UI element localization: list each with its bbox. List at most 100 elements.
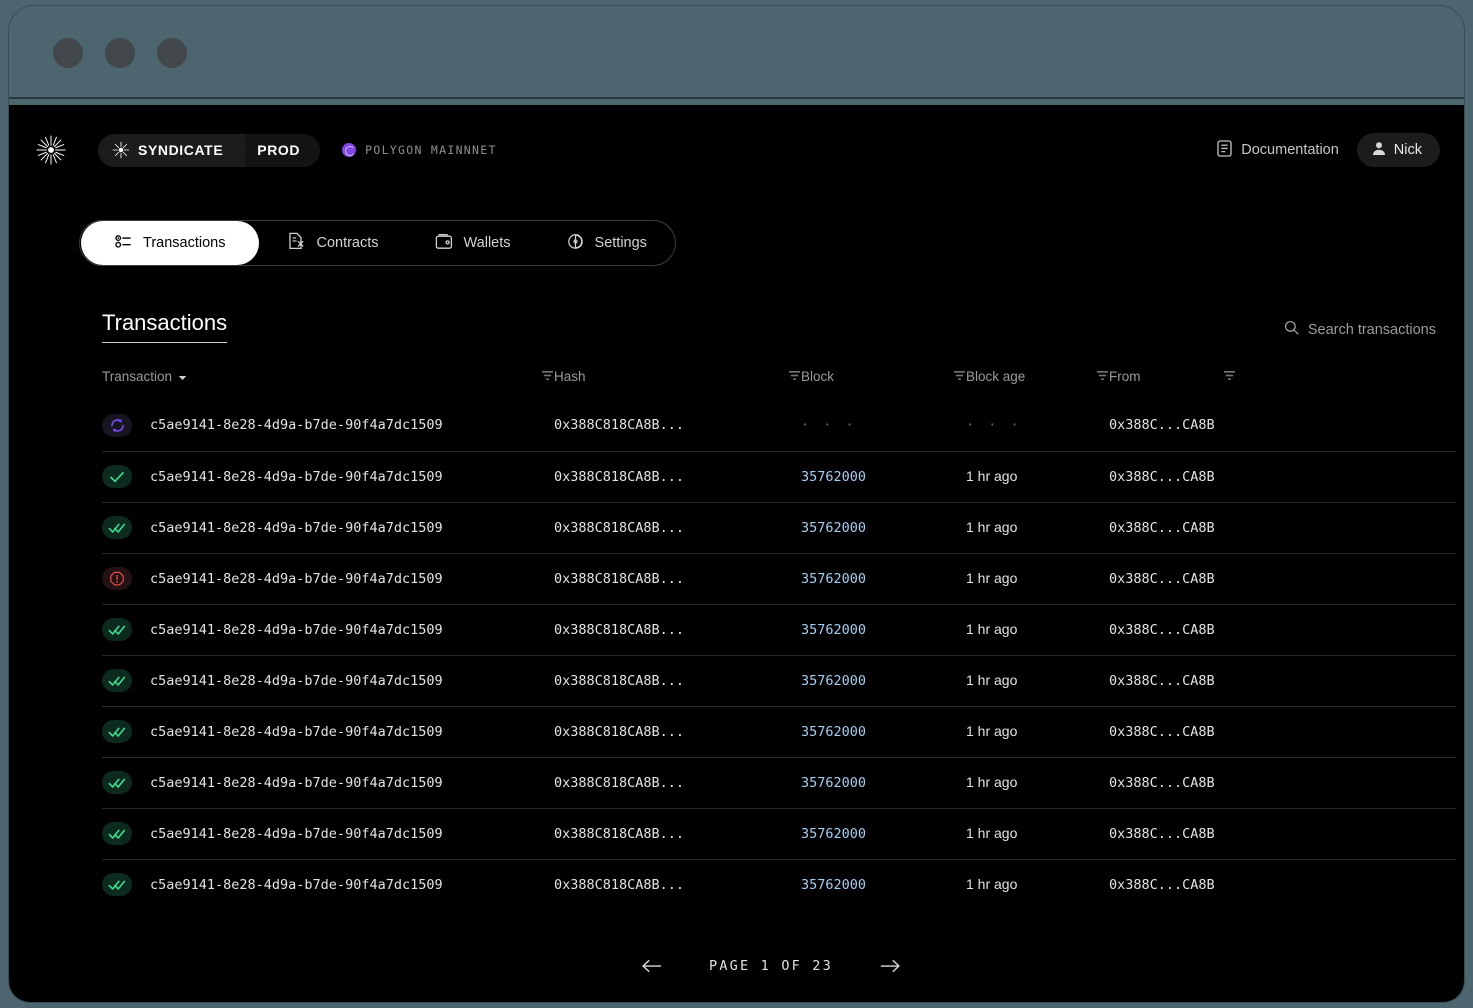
sync-arrows-icon[interactable] xyxy=(102,414,132,437)
pagination-next-button[interactable] xyxy=(879,958,901,974)
cell-block: 35762000 xyxy=(801,808,966,859)
cell-hash: 0x388C818CA8B... xyxy=(554,502,801,553)
filter-icon[interactable] xyxy=(788,369,801,384)
cell-transaction: c5ae9141-8e28-4d9a-b7de-90f4a7dc1509 xyxy=(102,502,554,553)
transaction-hash: 0x388C818CA8B... xyxy=(554,571,684,587)
double-check-icon[interactable] xyxy=(102,822,132,845)
block-age-value: 1 hr ago xyxy=(966,876,1017,892)
double-check-icon[interactable] xyxy=(102,771,132,794)
block-number-link[interactable]: 35762000 xyxy=(801,571,866,587)
transaction-hash: 0x388C818CA8B... xyxy=(554,775,684,791)
block-number-link[interactable]: 35762000 xyxy=(801,622,866,638)
table-row[interactable]: c5ae9141-8e28-4d9a-b7de-90f4a7dc15090x38… xyxy=(102,502,1456,553)
from-address: 0x388C...CA8B xyxy=(1109,520,1215,536)
transaction-id: c5ae9141-8e28-4d9a-b7de-90f4a7dc1509 xyxy=(150,571,443,587)
table-row[interactable]: c5ae9141-8e28-4d9a-b7de-90f4a7dc1509 0x38… xyxy=(102,451,1456,502)
search-placeholder: Search transactions xyxy=(1308,322,1436,338)
table-row[interactable]: c5ae9141-8e28-4d9a-b7de-90f4a7dc1509 0x38… xyxy=(102,400,1456,451)
cell-block: 35762000 xyxy=(801,451,966,502)
transaction-id: c5ae9141-8e28-4d9a-b7de-90f4a7dc1509 xyxy=(150,417,443,433)
column-header-block-label: Block xyxy=(801,369,834,384)
window-close-button[interactable] xyxy=(53,38,83,68)
window-maximize-button[interactable] xyxy=(157,38,187,68)
table-row[interactable]: c5ae9141-8e28-4d9a-b7de-90f4a7dc1509 0x38… xyxy=(102,757,1456,808)
documentation-link[interactable]: Documentation xyxy=(1217,140,1339,161)
tab-wallets[interactable]: Wallets xyxy=(407,221,539,265)
window-minimize-button[interactable] xyxy=(105,38,135,68)
double-check-icon[interactable] xyxy=(102,516,132,539)
block-number-link[interactable]: 35762000 xyxy=(801,469,866,485)
cell-hash: 0x388C818CA8B... xyxy=(554,451,801,502)
cell-block: · · · xyxy=(801,400,966,451)
pagination-prev-button[interactable] xyxy=(641,958,663,974)
block-age-value: 1 hr ago xyxy=(966,519,1017,535)
cell-from: 0x388C...CA8B xyxy=(1109,757,1456,808)
pagination-label: PAGE 1 OF 23 xyxy=(709,958,833,974)
cell-from: 0x388C...CA8B xyxy=(1109,400,1456,451)
table-header-row: Transaction xyxy=(102,369,1456,400)
tab-contracts[interactable]: Contracts xyxy=(260,221,406,265)
from-address: 0x388C...CA8B xyxy=(1109,673,1215,689)
column-header-block-age[interactable]: Block age xyxy=(966,369,1109,400)
cell-from: 0x388C...CA8B xyxy=(1109,553,1456,604)
transaction-id: c5ae9141-8e28-4d9a-b7de-90f4a7dc1509 xyxy=(150,877,443,893)
table-row[interactable]: c5ae9141-8e28-4d9a-b7de-90f4a7dc15090x38… xyxy=(102,706,1456,757)
table-row[interactable]: c5ae9141-8e28-4d9a-b7de-90f4a7dc15090x38… xyxy=(102,655,1456,706)
network-indicator[interactable]: POLYGON MAINNNET xyxy=(342,143,497,157)
block-number-link[interactable]: 35762000 xyxy=(801,877,866,893)
user-name-label: Nick xyxy=(1394,142,1422,158)
filter-icon[interactable] xyxy=(1223,369,1236,384)
cell-transaction: c5ae9141-8e28-4d9a-b7de-90f4a7dc1509 xyxy=(102,604,554,655)
double-check-icon[interactable] xyxy=(102,720,132,743)
filter-icon[interactable] xyxy=(953,369,966,384)
double-check-icon[interactable] xyxy=(102,873,132,896)
caret-down-icon[interactable] xyxy=(178,369,187,384)
table-row[interactable]: c5ae9141-8e28-4d9a-b7de-90f4a7dc15090x38… xyxy=(102,808,1456,859)
transaction-id: c5ae9141-8e28-4d9a-b7de-90f4a7dc1509 xyxy=(150,775,443,791)
cell-block: 35762000 xyxy=(801,553,966,604)
table-row[interactable]: c5ae9141-8e28-4d9a-b7de-90f4a7dc1509 0x38… xyxy=(102,604,1456,655)
polygon-icon xyxy=(342,143,356,157)
block-number-link[interactable]: 35762000 xyxy=(801,826,866,842)
tab-bar: Transactions Contracts xyxy=(79,220,676,266)
check-icon[interactable] xyxy=(102,465,132,488)
column-header-transaction[interactable]: Transaction xyxy=(102,369,554,400)
transaction-hash: 0x388C818CA8B... xyxy=(554,469,684,485)
alert-octagon-icon[interactable] xyxy=(102,567,132,590)
block-number-link[interactable]: 35762000 xyxy=(801,775,866,791)
cell-from: 0x388C...CA8B xyxy=(1109,706,1456,757)
table-row[interactable]: c5ae9141-8e28-4d9a-b7de-90f4a7dc1509 0x38… xyxy=(102,859,1456,910)
list-bullet-icon xyxy=(115,233,132,254)
cell-hash: 0x388C818CA8B... xyxy=(554,859,801,910)
user-menu-button[interactable]: Nick xyxy=(1357,133,1440,167)
column-header-from[interactable]: From xyxy=(1109,369,1456,400)
block-number-link[interactable]: 35762000 xyxy=(801,724,866,740)
transaction-id: c5ae9141-8e28-4d9a-b7de-90f4a7dc1509 xyxy=(150,826,443,842)
contract-file-icon xyxy=(288,232,305,254)
cell-from: 0x388C...CA8B xyxy=(1109,502,1456,553)
transaction-hash: 0x388C818CA8B... xyxy=(554,520,684,536)
tab-settings[interactable]: Settings xyxy=(539,221,675,265)
tab-transactions[interactable]: Transactions xyxy=(81,221,259,265)
table-row[interactable]: c5ae9141-8e28-4d9a-b7de-90f4a7dc1509 0x38… xyxy=(102,553,1456,604)
filter-icon[interactable] xyxy=(541,369,554,384)
double-check-icon[interactable] xyxy=(102,669,132,692)
cell-block-age: 1 hr ago xyxy=(966,604,1109,655)
cell-from: 0x388C...CA8B xyxy=(1109,604,1456,655)
org-chip-left[interactable]: SYNDICATE xyxy=(98,134,245,167)
cell-block: 35762000 xyxy=(801,859,966,910)
block-age-value: 1 hr ago xyxy=(966,672,1017,688)
syndicate-starburst-icon[interactable] xyxy=(36,135,66,165)
double-check-icon[interactable] xyxy=(102,618,132,641)
block-number-link[interactable]: 35762000 xyxy=(801,673,866,689)
filter-icon[interactable] xyxy=(1096,369,1109,384)
transaction-id: c5ae9141-8e28-4d9a-b7de-90f4a7dc1509 xyxy=(150,469,443,485)
block-age-value: 1 hr ago xyxy=(966,570,1017,586)
column-header-hash[interactable]: Hash xyxy=(554,369,801,400)
search-transactions-input[interactable]: Search transactions xyxy=(1284,320,1436,343)
page-title: Transactions xyxy=(102,310,227,343)
block-number-link[interactable]: 35762000 xyxy=(801,520,866,536)
block-age-value: 1 hr ago xyxy=(966,621,1017,637)
org-environment-chip[interactable]: SYNDICATE PROD xyxy=(98,134,320,167)
column-header-block[interactable]: Block xyxy=(801,369,966,400)
